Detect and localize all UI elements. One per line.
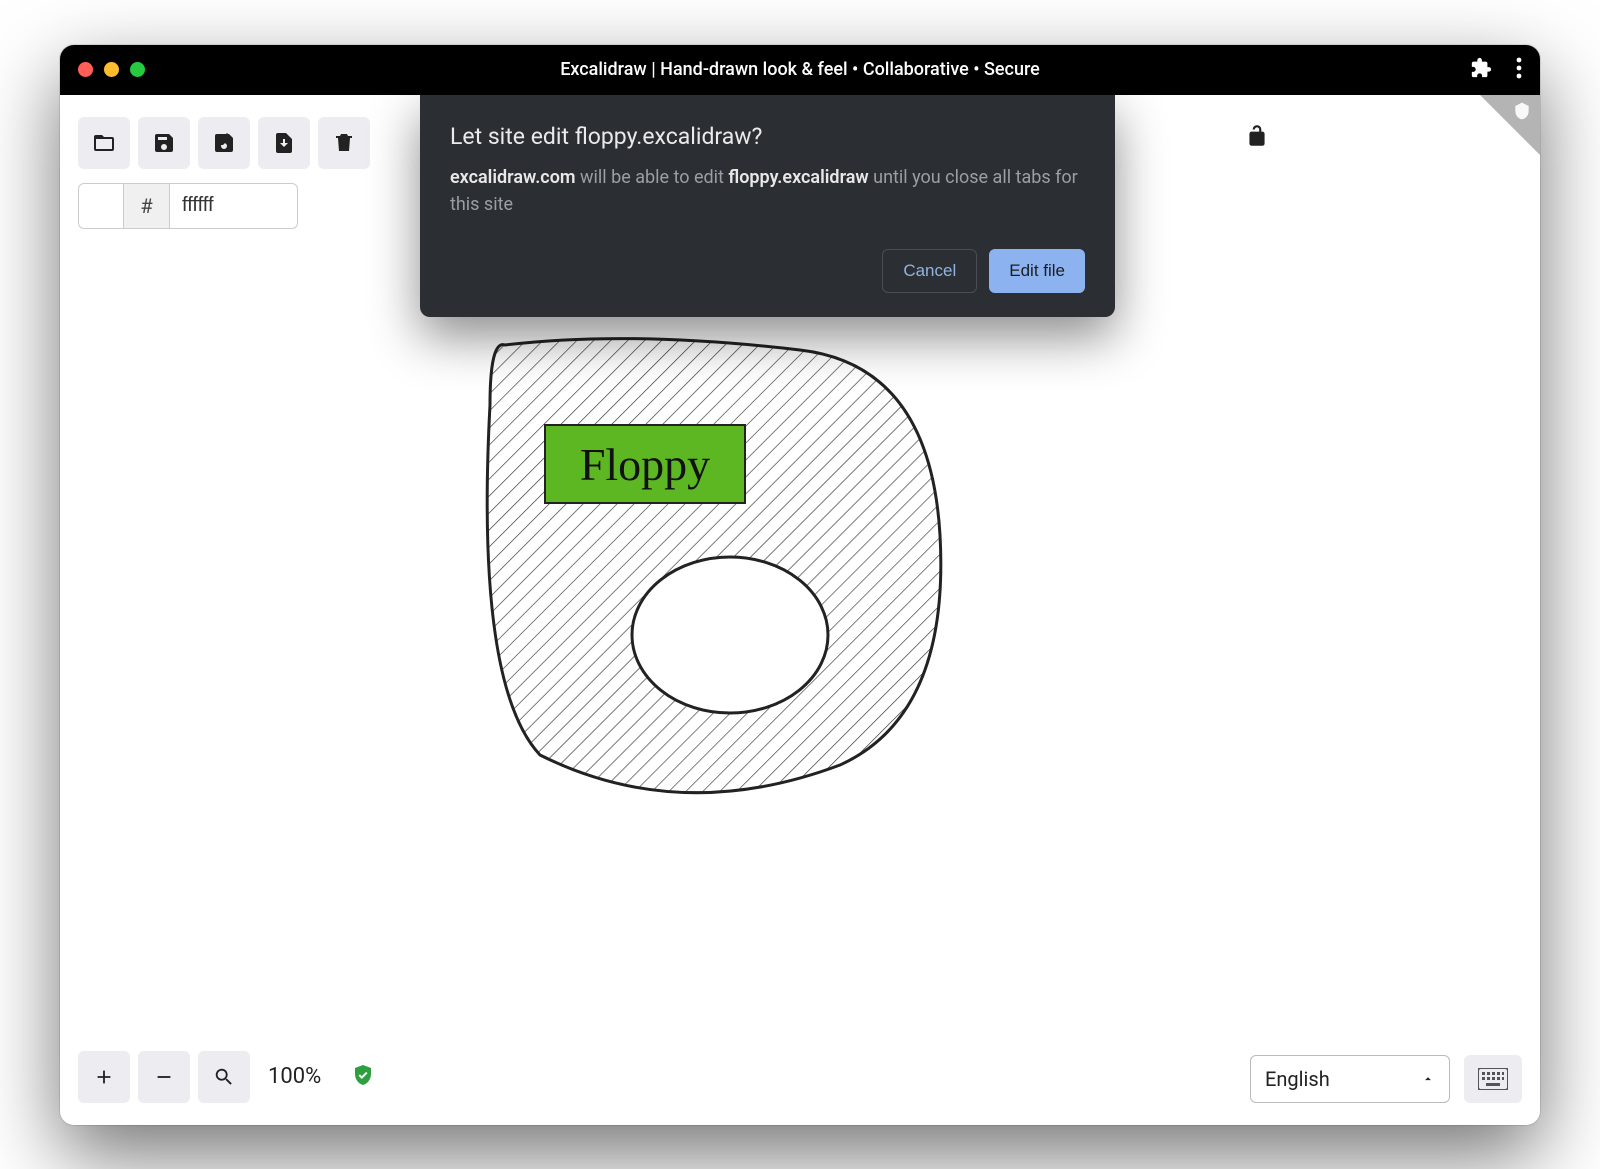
- keyboard-button[interactable]: [1464, 1055, 1522, 1103]
- zoom-controls: 100%: [78, 1051, 375, 1103]
- floppy-label-text[interactable]: Floppy: [580, 439, 710, 490]
- permission-dialog: Let site edit floppy.excalidraw? excalid…: [420, 95, 1115, 318]
- window-controls: [78, 62, 145, 77]
- bottom-right-controls: English: [1250, 1055, 1522, 1103]
- browser-menu-icon[interactable]: [1516, 57, 1522, 83]
- zoom-reset-button[interactable]: [198, 1051, 250, 1103]
- cancel-button[interactable]: Cancel: [882, 249, 977, 293]
- app-window: Excalidraw | Hand-drawn look & feel • Co…: [60, 45, 1540, 1125]
- zoom-in-button[interactable]: [78, 1051, 130, 1103]
- encryption-shield-icon[interactable]: [351, 1063, 375, 1091]
- close-window-button[interactable]: [78, 62, 93, 77]
- dialog-site: excalidraw.com: [450, 167, 576, 188]
- dialog-body: excalidraw.com will be able to edit flop…: [450, 164, 1085, 220]
- dialog-title: Let site edit floppy.excalidraw?: [450, 123, 1085, 150]
- dialog-text-1: will be able to edit: [576, 167, 729, 188]
- language-selected: English: [1265, 1067, 1330, 1091]
- extensions-icon[interactable]: [1470, 57, 1492, 83]
- app-body: # Floppy Let s: [60, 95, 1540, 1125]
- minimize-window-button[interactable]: [104, 62, 119, 77]
- edit-file-button[interactable]: Edit file: [989, 249, 1085, 293]
- zoom-percent: 100%: [258, 1064, 331, 1089]
- zoom-out-button[interactable]: [138, 1051, 190, 1103]
- chevron-up-icon: [1421, 1067, 1435, 1091]
- language-select[interactable]: English: [1250, 1055, 1450, 1103]
- dialog-filename: floppy.excalidraw: [728, 167, 868, 188]
- floppy-hole-shape[interactable]: [632, 557, 828, 713]
- page-title: Excalidraw | Hand-drawn look & feel • Co…: [60, 59, 1540, 80]
- titlebar: Excalidraw | Hand-drawn look & feel • Co…: [60, 45, 1540, 95]
- maximize-window-button[interactable]: [130, 62, 145, 77]
